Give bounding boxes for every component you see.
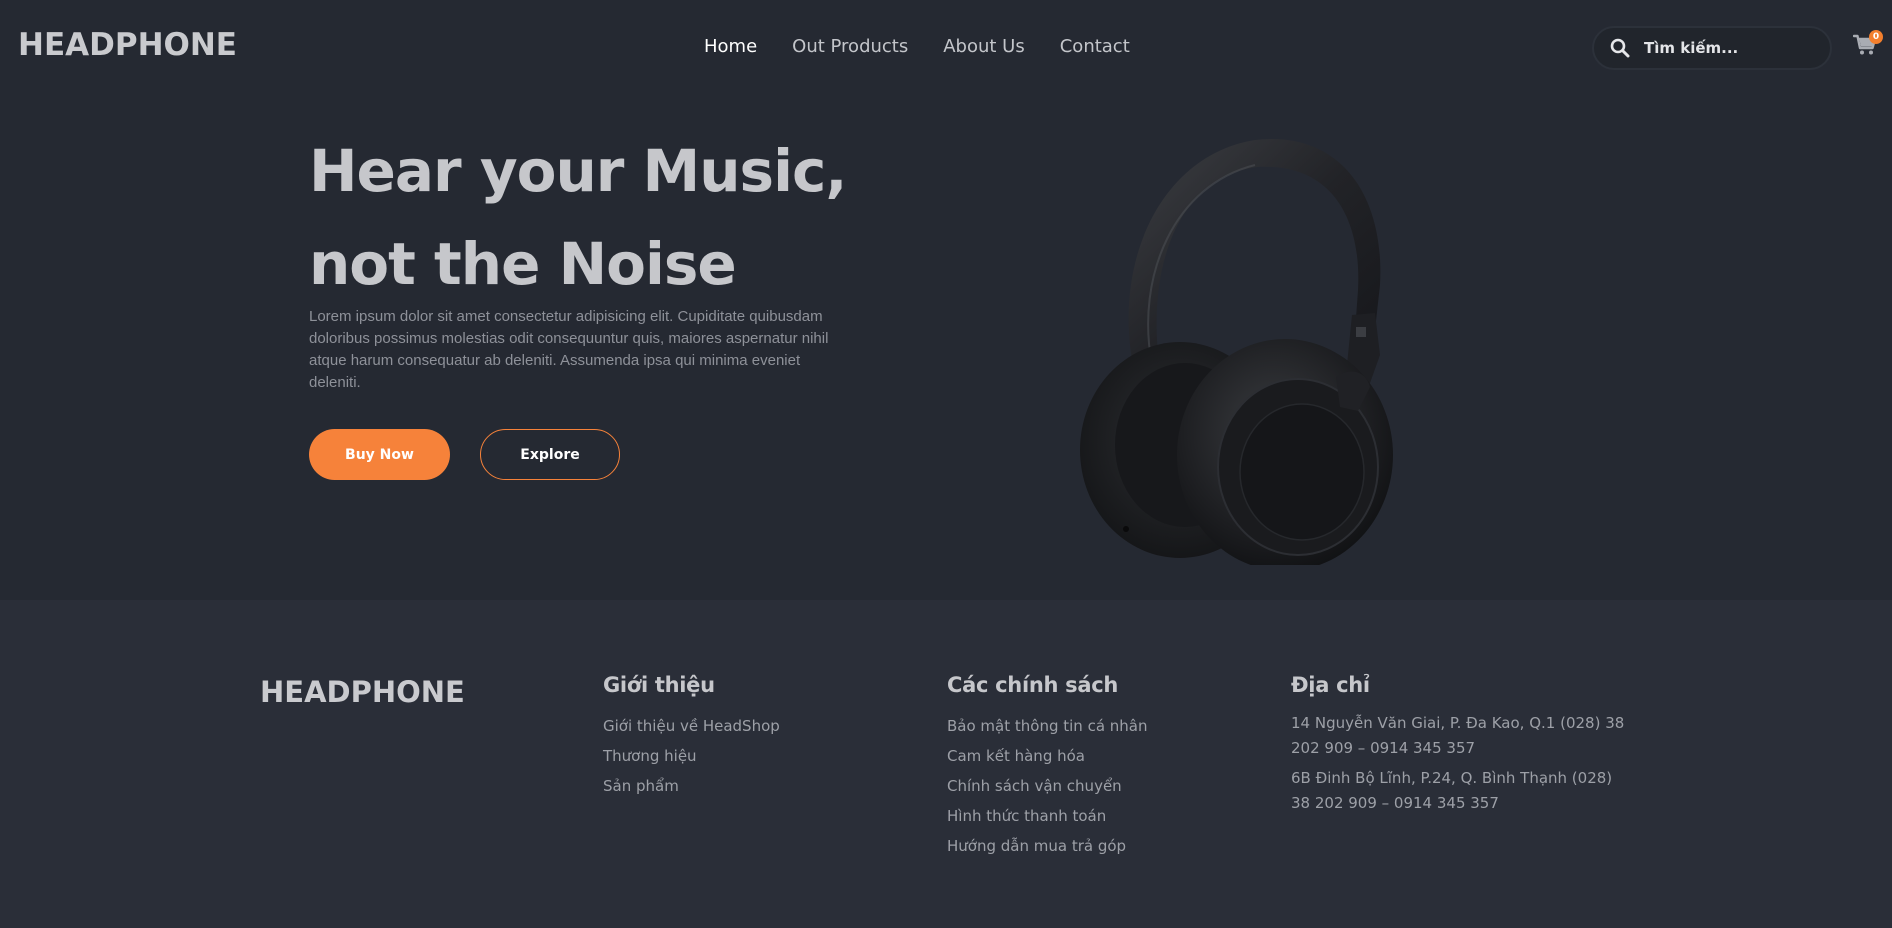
hero-description: Lorem ipsum dolor sit amet consectetur a…: [309, 308, 829, 391]
footer-address-line: 6B Đinh Bộ Lĩnh, P.24, Q. Bình Thạnh (02…: [1291, 769, 1613, 812]
main-nav: Home Out Products About Us Contact: [704, 36, 1165, 57]
buy-now-button[interactable]: Buy Now: [309, 429, 450, 480]
hero-section: Hear your Music, not the Noise Lorem ips…: [0, 95, 1892, 600]
site-header: HEADPHONE Home Out Products About Us Con…: [0, 0, 1892, 95]
footer-link-privacy[interactable]: Bảo mật thông tin cá nhân: [947, 711, 1148, 741]
site-logo[interactable]: HEADPHONE: [18, 27, 237, 63]
search-input[interactable]: [1642, 38, 1812, 58]
hero-title: Hear your Music, not the Noise: [309, 137, 847, 298]
footer-link-payment[interactable]: Hình thức thanh toán: [947, 801, 1148, 831]
footer-policy-column: Các chính sách Bảo mật thông tin cá nhân…: [947, 673, 1148, 861]
footer-address-line: 14 Nguyễn Văn Giai, P. Đa Kao, Q.1 (028)…: [1291, 714, 1625, 757]
cart-button[interactable]: 0: [1852, 30, 1883, 62]
search-icon[interactable]: [1610, 38, 1630, 58]
footer-link-products[interactable]: Sản phẩm: [603, 771, 780, 801]
search-box: [1592, 26, 1832, 70]
footer-link-brand[interactable]: Thương hiệu: [603, 741, 780, 771]
footer-logo[interactable]: HEADPHONE: [260, 675, 465, 709]
explore-button[interactable]: Explore: [480, 429, 620, 480]
footer-about-heading: Giới thiệu: [603, 673, 715, 697]
footer-link-commitment[interactable]: Cam kết hàng hóa: [947, 741, 1148, 771]
footer-link-about-headshop[interactable]: Giới thiệu về HeadShop: [603, 711, 780, 741]
nav-about[interactable]: About Us: [943, 36, 1025, 57]
cart-count-badge: 0: [1869, 30, 1883, 44]
footer-link-installment[interactable]: Hướng dẫn mua trả góp: [947, 831, 1148, 861]
nav-products[interactable]: Out Products: [792, 36, 908, 57]
footer-address-heading: Địa chỉ: [1291, 673, 1370, 697]
footer-link-shipping[interactable]: Chính sách vận chuyển: [947, 771, 1148, 801]
site-footer: HEADPHONE Giới thiệu Giới thiệu về HeadS…: [0, 600, 1892, 928]
footer-about-column: Giới thiệu Giới thiệu về HeadShop Thương…: [603, 673, 780, 801]
nav-contact[interactable]: Contact: [1060, 36, 1130, 57]
footer-policy-heading: Các chính sách: [947, 673, 1119, 697]
footer-address-column: Địa chỉ 14 Nguyễn Văn Giai, P. Đa Kao, Q…: [1291, 673, 1631, 821]
headphone-product-image: [1080, 138, 1393, 565]
nav-home[interactable]: Home: [704, 36, 757, 57]
